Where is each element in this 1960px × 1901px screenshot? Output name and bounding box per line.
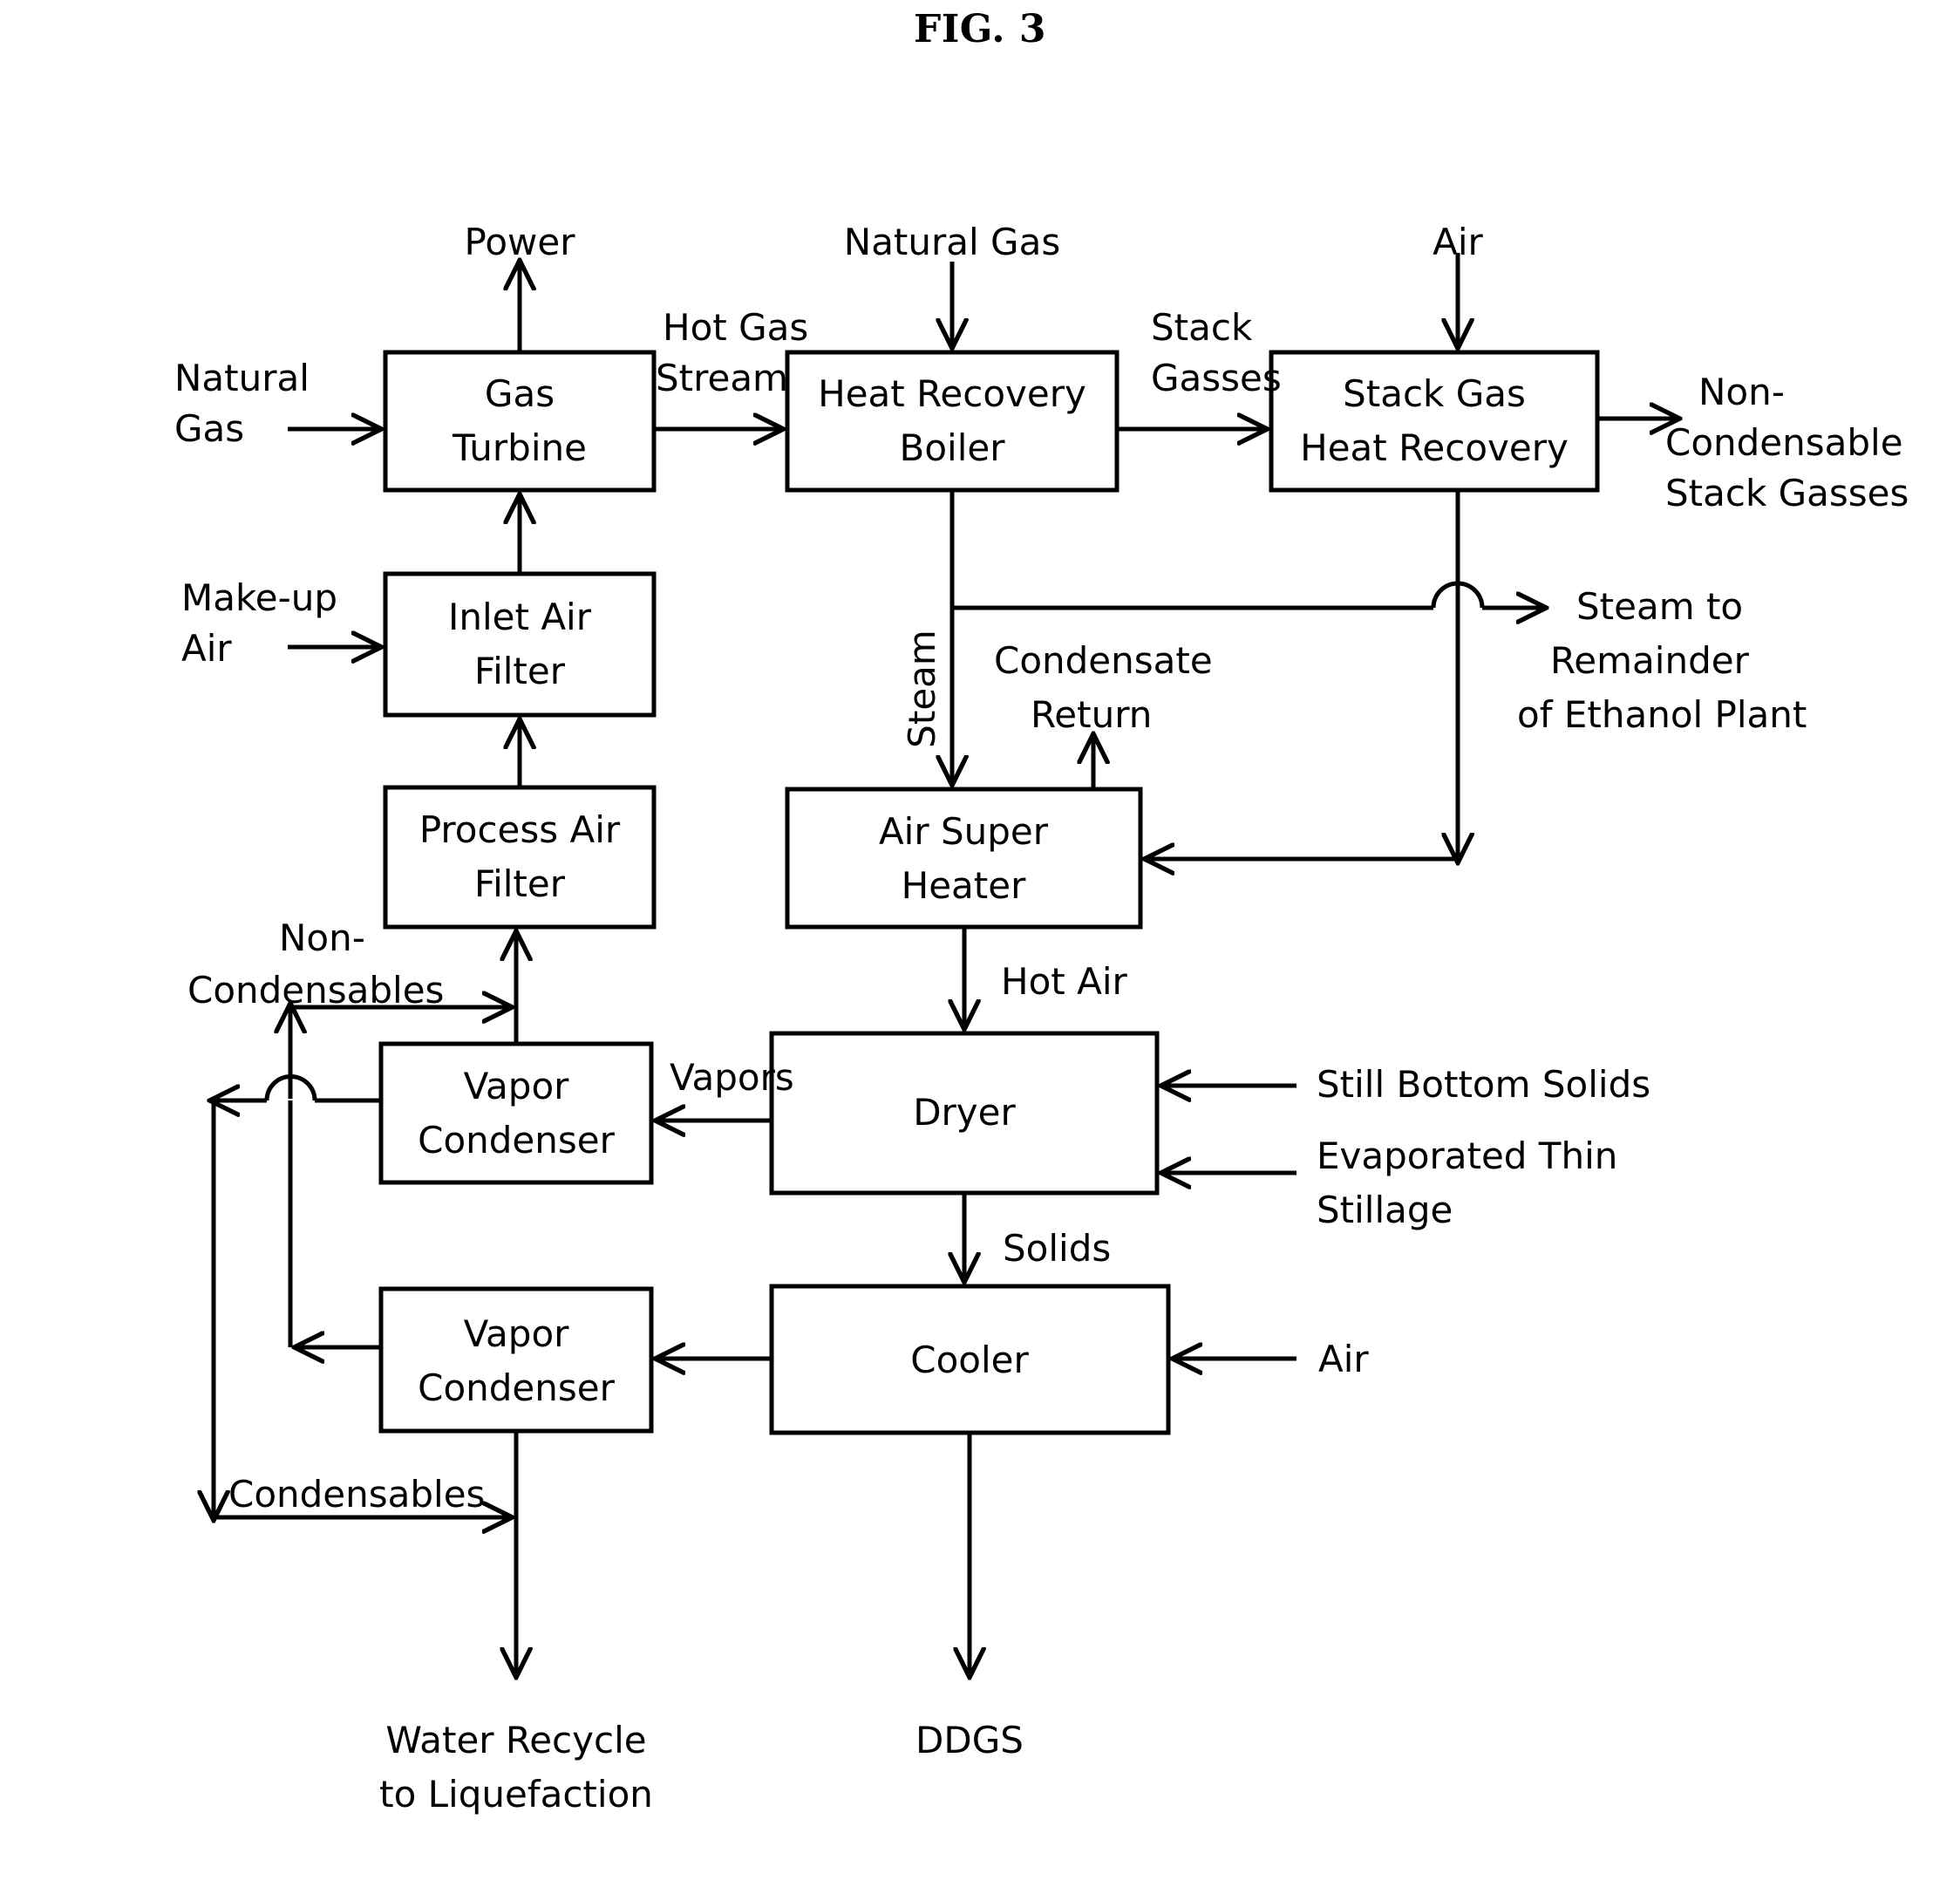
label-still-bottom-solids: Still Bottom Solids — [1317, 1063, 1650, 1106]
cooler-label: Cooler — [910, 1339, 1029, 1381]
label-water-recycle-line2: to Liquefaction — [379, 1773, 653, 1816]
label-air-cooler: Air — [1318, 1338, 1369, 1380]
label-natural-gas-turbine-line1: Natural — [174, 357, 310, 399]
label-natural-gas-turbine-line2: Gas — [174, 407, 244, 450]
label-vapors: Vapors — [670, 1056, 794, 1099]
label-stack-gasses-line2: Gasses — [1151, 357, 1282, 399]
inlet-air-filter-label-line1: Inlet Air — [448, 596, 592, 638]
dryer-label: Dryer — [913, 1091, 1016, 1134]
label-condensate-return-line1: Condensate — [994, 639, 1213, 682]
inlet-air-filter-label-line2: Filter — [474, 650, 566, 692]
gas-turbine-label-line2: Turbine — [452, 426, 587, 469]
label-condensate-return-line2: Return — [1031, 693, 1152, 736]
label-ddgs: DDGS — [915, 1719, 1024, 1761]
box-heat-recovery-boiler[interactable]: Heat Recovery Boiler — [785, 350, 1120, 493]
box-cooler[interactable]: Cooler — [769, 1284, 1171, 1435]
label-evaporated-thin-stillage-line2: Stillage — [1317, 1189, 1453, 1231]
process-flow-diagram: Gas Turbine Heat Recovery Boiler Stack G… — [174, 221, 1909, 1816]
heat-recovery-boiler-label-line1: Heat Recovery — [818, 372, 1086, 415]
label-non-condensables-line2: Condensables — [187, 969, 444, 1012]
box-air-super-heater[interactable]: Air Super Heater — [785, 787, 1143, 930]
box-gas-turbine[interactable]: Gas Turbine — [383, 350, 657, 493]
label-makeup-air-line2: Air — [181, 627, 232, 670]
label-steam-remainder-line1: Steam to — [1576, 585, 1743, 628]
air-super-heater-label-line2: Heater — [902, 864, 1026, 907]
label-hot-gas-stream-line1: Hot Gas — [663, 306, 808, 349]
label-air-stack-gas: Air — [1433, 221, 1483, 263]
label-steam: Steam — [901, 630, 943, 748]
label-evaporated-thin-stillage-line1: Evaporated Thin — [1317, 1134, 1617, 1177]
label-steam-remainder-line2: Remainder — [1550, 639, 1750, 682]
label-solids: Solids — [1003, 1227, 1111, 1270]
label-natural-gas-boiler: Natural Gas — [844, 221, 1060, 263]
box-process-air-filter[interactable]: Process Air Filter — [383, 785, 657, 930]
label-power: Power — [465, 221, 576, 263]
box-vapor-condenser-lower[interactable]: Vapor Condenser — [378, 1286, 654, 1434]
box-inlet-air-filter[interactable]: Inlet Air Filter — [383, 571, 657, 718]
vapor-condenser-lower-label-line1: Vapor — [464, 1312, 570, 1355]
box-dryer[interactable]: Dryer — [769, 1031, 1160, 1196]
vapor-condenser-lower-rect[interactable] — [378, 1286, 654, 1434]
label-steam-remainder-line3: of Ethanol Plant — [1517, 693, 1807, 736]
label-water-recycle-line1: Water Recycle — [385, 1719, 646, 1761]
figure-page: FIG. 3 Gas Turbine Heat Recovery Boiler … — [0, 0, 1960, 1901]
label-non-condensable-stack-line1: Non- — [1698, 371, 1785, 413]
vapor-condenser-upper-label-line1: Vapor — [464, 1065, 570, 1107]
heat-recovery-boiler-label-line2: Boiler — [900, 426, 1006, 469]
label-non-condensable-stack-line3: Stack Gasses — [1665, 472, 1909, 514]
box-stack-gas-heat-recovery[interactable]: Stack Gas Heat Recovery — [1269, 350, 1600, 493]
label-hot-air: Hot Air — [1001, 960, 1127, 1003]
gas-turbine-label-line1: Gas — [485, 372, 555, 415]
box-vapor-condenser-upper[interactable]: Vapor Condenser — [378, 1041, 654, 1185]
stack-gas-heat-recovery-label-line1: Stack Gas — [1343, 372, 1526, 415]
label-hot-gas-stream-line2: Stream — [656, 357, 788, 399]
label-condensables: Condensables — [228, 1473, 485, 1516]
vapor-condenser-upper-label-line2: Condenser — [418, 1119, 615, 1162]
vapor-condenser-lower-label-line2: Condenser — [418, 1366, 615, 1409]
process-air-filter-label-line1: Process Air — [419, 808, 621, 851]
air-super-heater-label-line1: Air Super — [879, 810, 1049, 853]
label-non-condensable-stack-line2: Condensable — [1665, 421, 1903, 464]
label-stack-gasses-line1: Stack — [1151, 306, 1253, 349]
stack-gas-heat-recovery-label-line2: Heat Recovery — [1300, 426, 1569, 469]
label-makeup-air-line1: Make-up — [181, 576, 337, 619]
label-non-condensables-line1: Non- — [279, 916, 365, 959]
process-air-filter-label-line2: Filter — [474, 862, 566, 905]
